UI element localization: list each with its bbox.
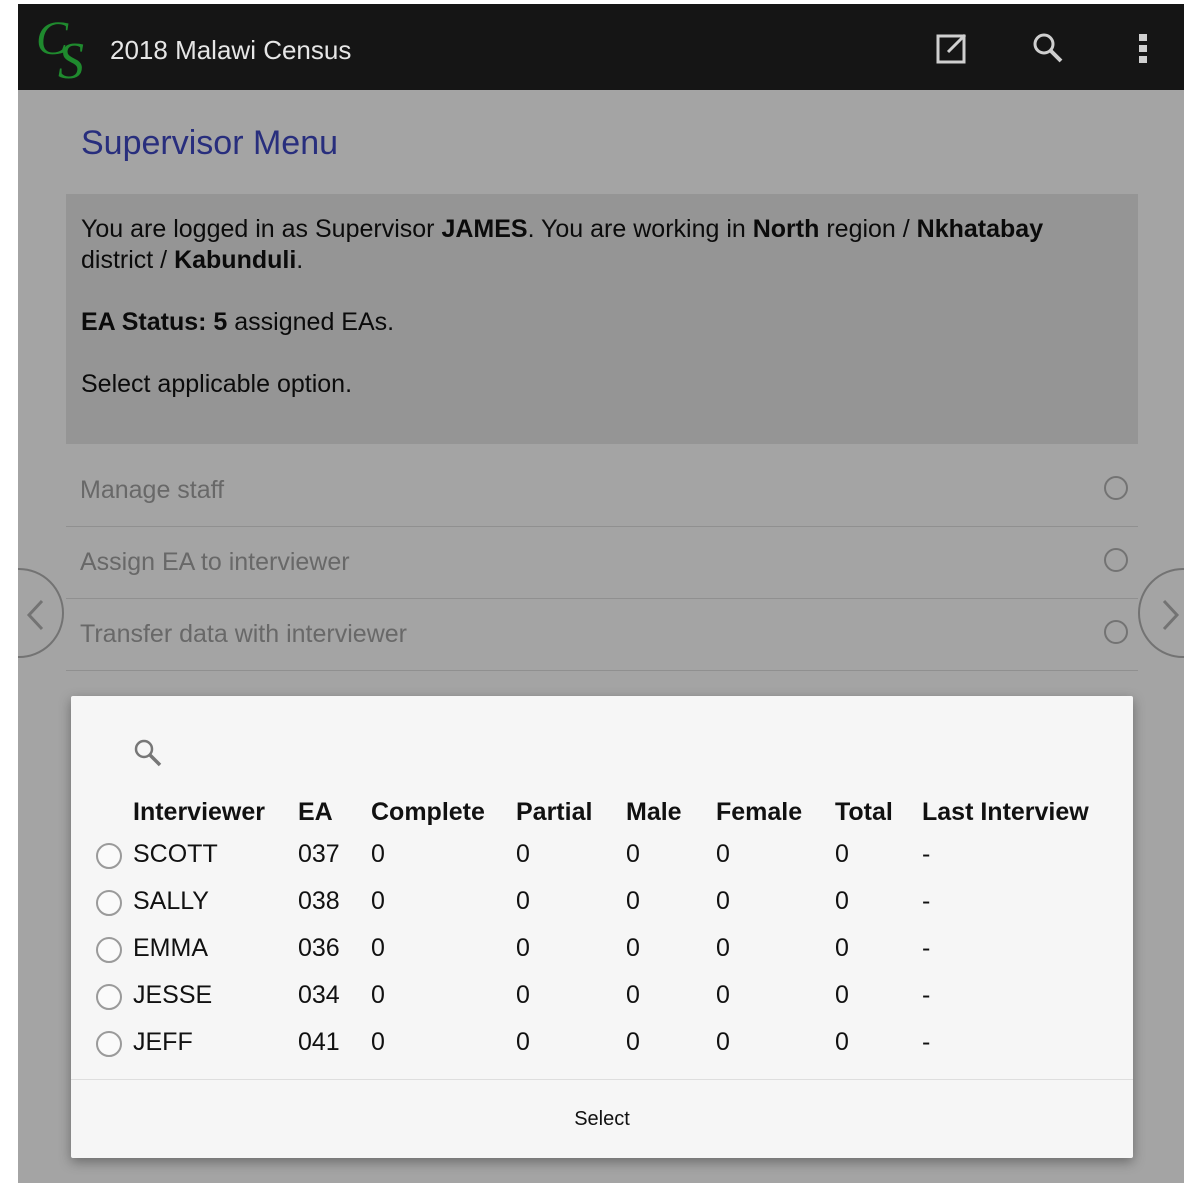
- last-interview: -: [922, 934, 931, 962]
- female-count: 0: [716, 1028, 730, 1056]
- male-count: 0: [626, 1028, 640, 1056]
- search-icon[interactable]: [1030, 30, 1066, 66]
- complete-count: 0: [371, 1028, 385, 1056]
- male-count: 0: [626, 934, 640, 962]
- total-count: 0: [835, 887, 849, 915]
- male-count: 0: [626, 887, 640, 915]
- ea-code: 037: [298, 840, 340, 868]
- svg-text:S: S: [58, 33, 84, 84]
- edit-icon[interactable]: [934, 30, 970, 66]
- app-title: 2018 Malawi Census: [110, 35, 352, 65]
- interviewer-name: SCOTT: [133, 840, 218, 868]
- last-interview: -: [922, 1028, 931, 1056]
- male-count: 0: [626, 840, 640, 868]
- male-count: 0: [626, 981, 640, 1009]
- ea-code: 034: [298, 981, 340, 1009]
- total-count: 0: [835, 934, 849, 962]
- ea-code: 038: [298, 887, 340, 915]
- select-button[interactable]: Select: [71, 1080, 1133, 1158]
- total-count: 0: [835, 981, 849, 1009]
- female-count: 0: [716, 934, 730, 962]
- table-row[interactable]: JESSE 034 0 0 0 0 0 -: [71, 981, 1133, 1028]
- last-interview: -: [922, 981, 931, 1009]
- female-count: 0: [716, 887, 730, 915]
- row-radio[interactable]: [96, 937, 122, 963]
- interviewer-name: SALLY: [133, 887, 209, 915]
- partial-count: 0: [516, 840, 530, 868]
- top-app-bar: C S 2018 Malawi Census: [18, 4, 1184, 90]
- more-vert-icon[interactable]: [1126, 30, 1162, 66]
- search-icon[interactable]: [131, 736, 165, 770]
- complete-count: 0: [371, 981, 385, 1009]
- table-row[interactable]: JEFF 041 0 0 0 0 0 -: [71, 1028, 1133, 1075]
- column-header-complete: Complete: [371, 798, 485, 826]
- interviewer-select-dialog: Interviewer EA Complete Partial Male Fem…: [71, 696, 1133, 1158]
- row-radio[interactable]: [96, 984, 122, 1010]
- table-row[interactable]: EMMA 036 0 0 0 0 0 -: [71, 934, 1133, 981]
- complete-count: 0: [371, 934, 385, 962]
- column-header-partial: Partial: [516, 798, 593, 826]
- column-header-male: Male: [626, 798, 682, 826]
- total-count: 0: [835, 840, 849, 868]
- table-row[interactable]: SALLY 038 0 0 0 0 0 -: [71, 887, 1133, 934]
- interviewer-name: JESSE: [133, 981, 213, 1009]
- partial-count: 0: [516, 981, 530, 1009]
- complete-count: 0: [371, 840, 385, 868]
- row-radio[interactable]: [96, 1031, 122, 1057]
- interviewer-name: EMMA: [133, 934, 208, 962]
- census-logo: C S: [36, 12, 84, 84]
- ea-code: 036: [298, 934, 340, 962]
- ea-code: 041: [298, 1028, 340, 1056]
- interviewer-name: JEFF: [133, 1028, 193, 1056]
- column-header-last-interview: Last Interview: [922, 798, 1089, 826]
- partial-count: 0: [516, 934, 530, 962]
- table-row[interactable]: SCOTT 037 0 0 0 0 0 -: [71, 840, 1133, 887]
- row-radio[interactable]: [96, 890, 122, 916]
- last-interview: -: [922, 840, 931, 868]
- female-count: 0: [716, 840, 730, 868]
- column-header-interviewer: Interviewer: [133, 798, 266, 826]
- column-header-total: Total: [835, 798, 893, 826]
- partial-count: 0: [516, 1028, 530, 1056]
- partial-count: 0: [516, 887, 530, 915]
- total-count: 0: [835, 1028, 849, 1056]
- app-window: C S 2018 Malawi Census Supervisor Menu Y…: [18, 4, 1184, 1183]
- female-count: 0: [716, 981, 730, 1009]
- column-header-female: Female: [716, 798, 803, 826]
- last-interview: -: [922, 887, 931, 915]
- column-header-ea: EA: [298, 798, 333, 826]
- row-radio[interactable]: [96, 843, 122, 869]
- complete-count: 0: [371, 887, 385, 915]
